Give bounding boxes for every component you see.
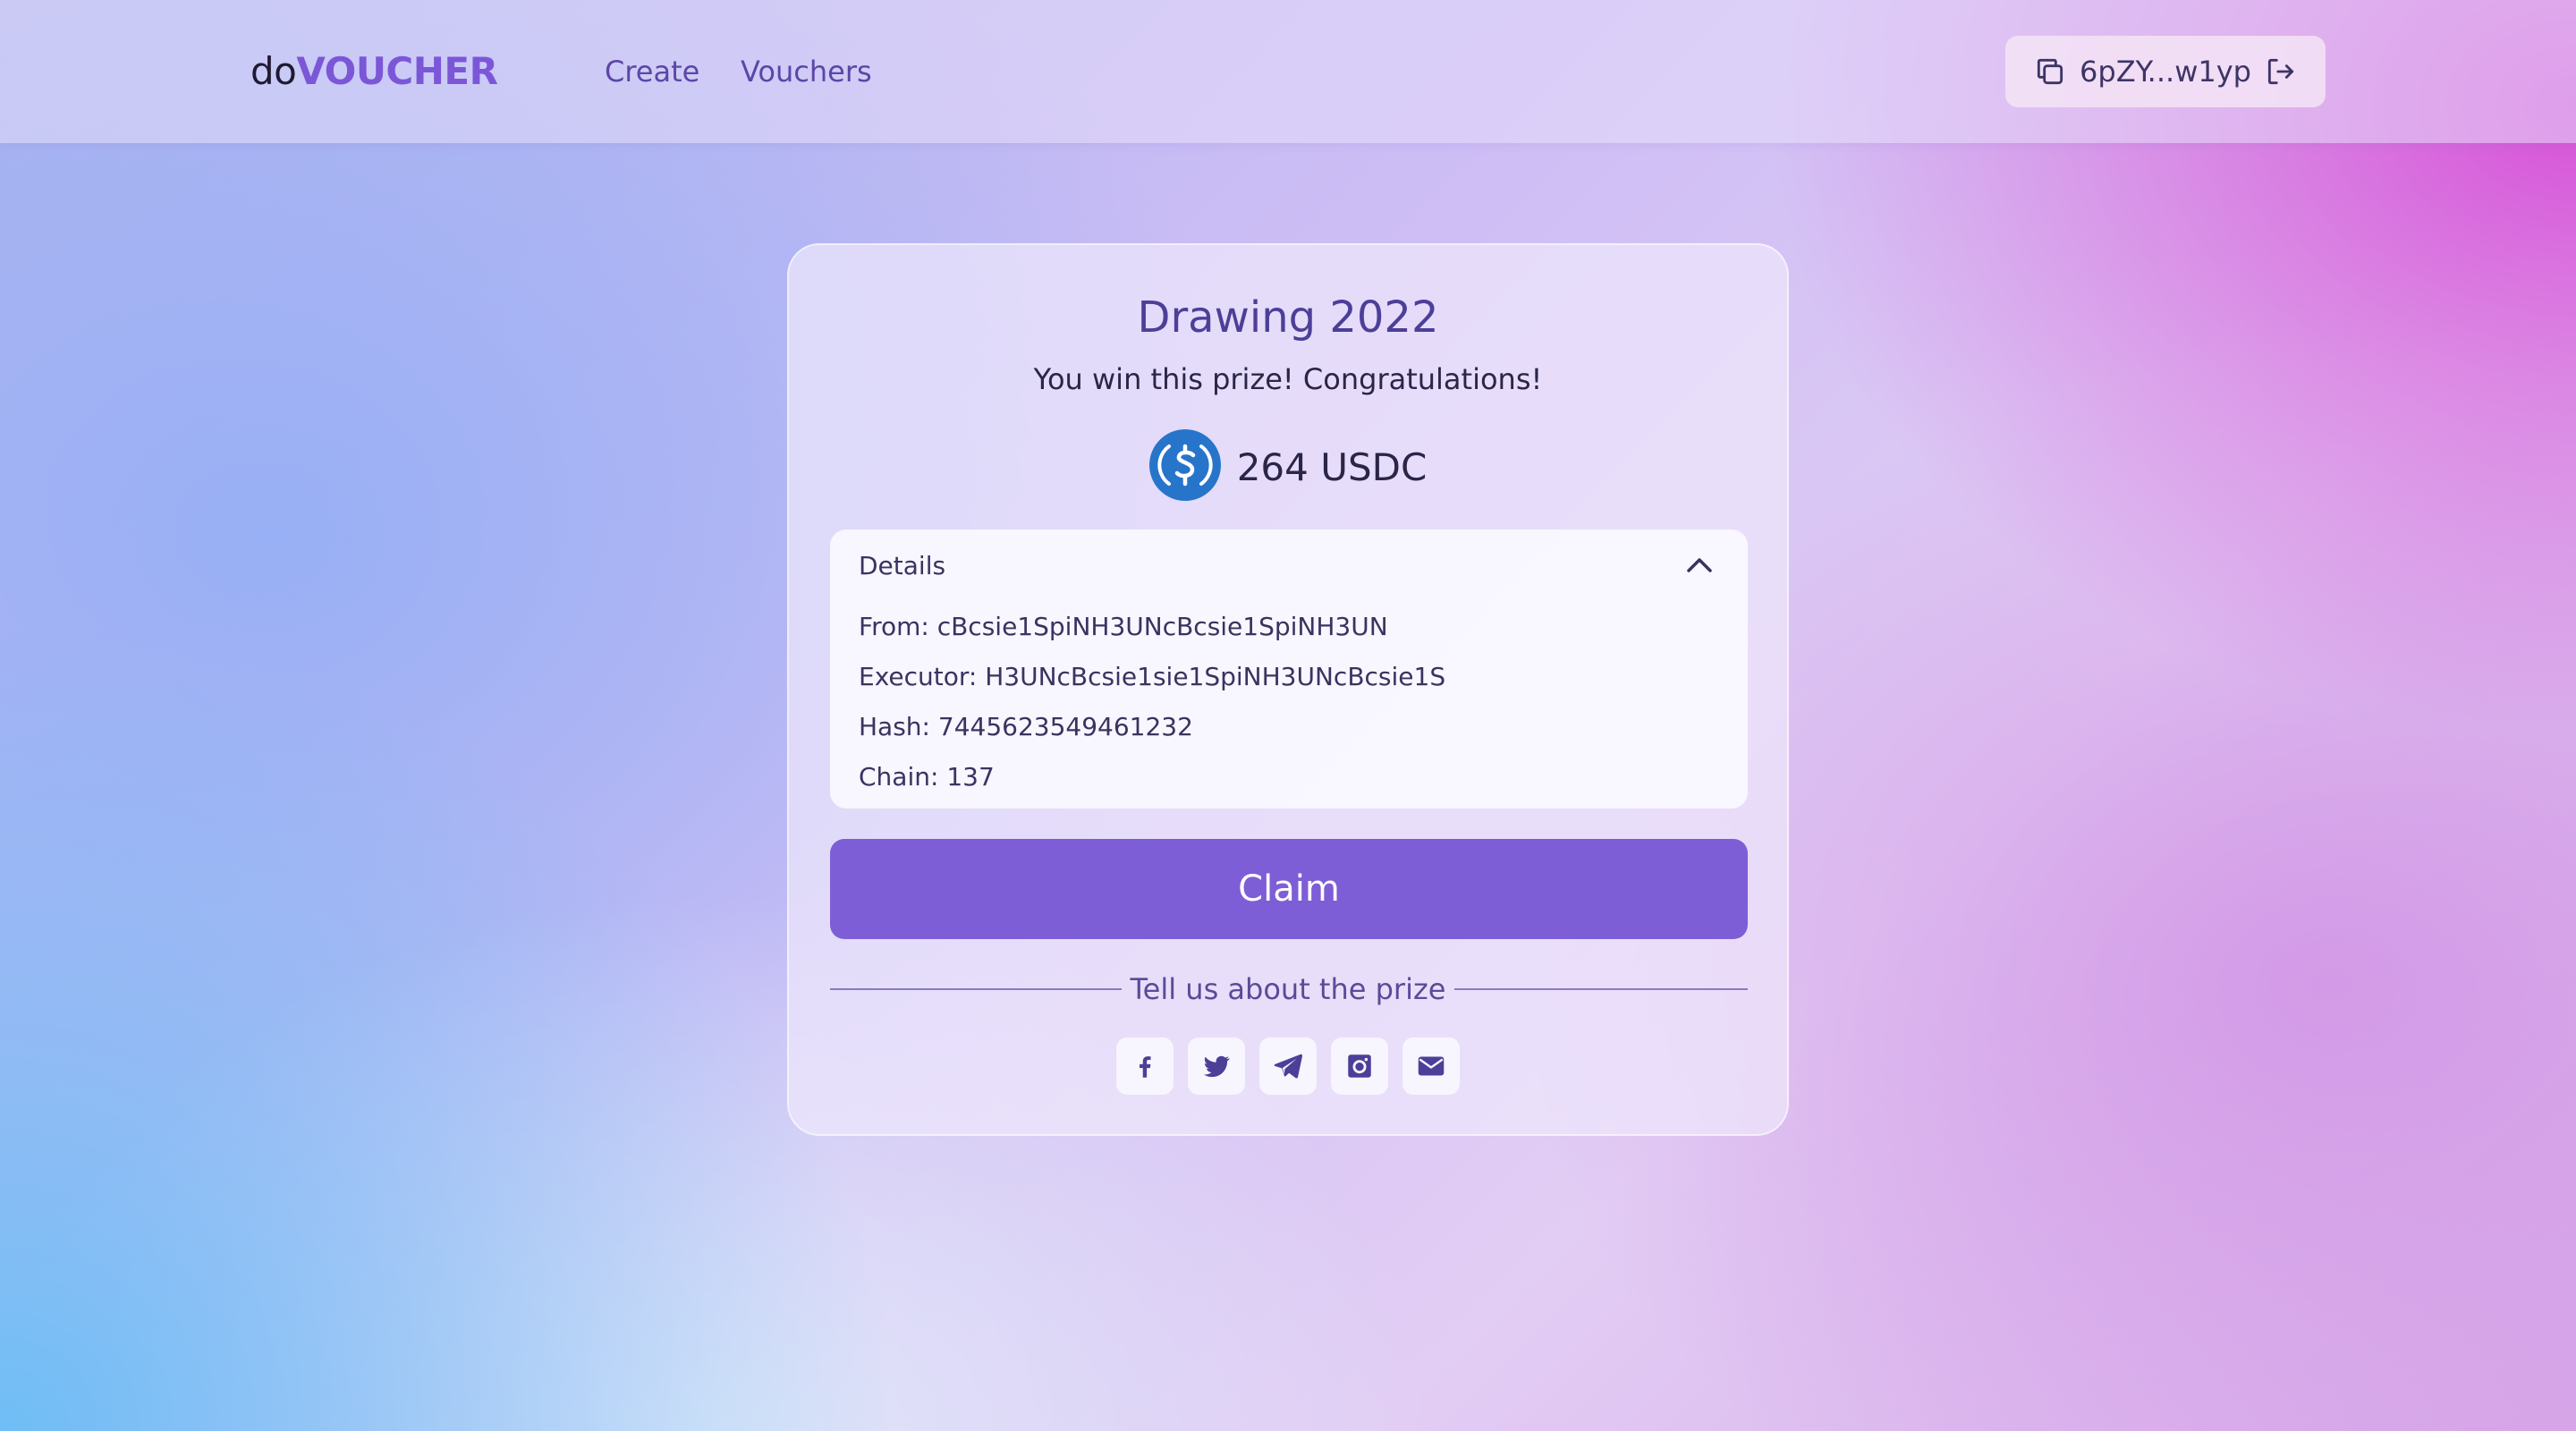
email-icon: [1415, 1050, 1447, 1082]
email-share-button[interactable]: [1402, 1037, 1460, 1095]
details-header[interactable]: Details: [859, 549, 945, 583]
logo-brand: VOUCHER: [296, 49, 498, 93]
nav-link-create[interactable]: Create: [605, 52, 699, 91]
detail-row-hash: Hash: 7445623549461232: [859, 712, 1193, 741]
card-subtitle: You win this prize! Congratulations!: [1033, 362, 1543, 396]
twitter-share-button[interactable]: [1188, 1037, 1245, 1095]
logo[interactable]: doVOUCHER: [250, 48, 498, 95]
instagram-icon: [1344, 1051, 1375, 1081]
claim-button[interactable]: Claim: [830, 839, 1748, 939]
wallet-button[interactable]: 6pZY...w1yp: [2005, 36, 2326, 107]
wallet-address: 6pZY...w1yp: [2080, 55, 2251, 89]
telegram-share-button[interactable]: [1259, 1037, 1317, 1095]
facebook-icon: [1130, 1051, 1160, 1081]
nav-link-vouchers[interactable]: Vouchers: [741, 52, 872, 91]
logout-icon[interactable]: [2264, 55, 2298, 89]
prize-amount: 264 USDC: [1236, 445, 1428, 489]
copy-icon[interactable]: [2033, 55, 2067, 89]
telegram-icon: [1272, 1050, 1304, 1082]
chevron-up-icon[interactable]: [1683, 553, 1716, 581]
detail-row-from: From: cBcsie1SpiNH3UNcBcsie1SpiNH3UN: [859, 612, 1388, 641]
divider-line-right: [1454, 988, 1748, 990]
card-title: Drawing 2022: [1137, 292, 1439, 343]
social-share-row: [789, 1037, 1787, 1095]
detail-row-executor: Executor: H3UNcBcsie1sie1SpiNH3UNcBcsie1…: [859, 662, 1446, 691]
detail-row-chain: Chain: 137: [859, 762, 995, 792]
top-navbar: doVOUCHER Create Vouchers 6pZY...w1yp: [0, 0, 2576, 143]
instagram-share-button[interactable]: [1331, 1037, 1388, 1095]
usdc-coin-icon: [1148, 429, 1221, 504]
details-panel: Details From: cBcsie1SpiNH3UNcBcsie1SpiN…: [830, 529, 1748, 809]
prize-row: 264 USDC: [789, 429, 1787, 504]
twitter-icon: [1201, 1051, 1232, 1081]
facebook-share-button[interactable]: [1116, 1037, 1174, 1095]
logo-prefix: do: [250, 49, 297, 93]
prize-card: Drawing 2022 You win this prize! Congrat…: [787, 243, 1789, 1136]
